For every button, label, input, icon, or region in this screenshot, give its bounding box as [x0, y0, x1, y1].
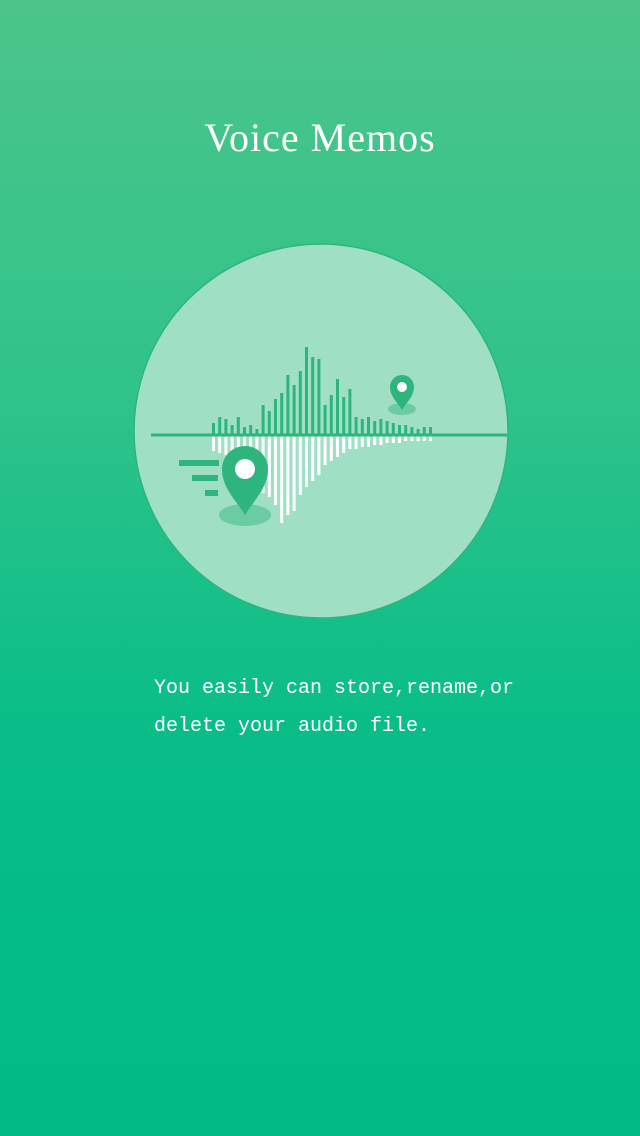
onboarding-screen: { "onboarding": { "title": "Voice Memos"… [0, 0, 640, 1136]
waveform-bar-down [224, 435, 228, 455]
waveform-bar-up [261, 405, 265, 435]
waveform-bar-up [348, 389, 352, 435]
location-pin-small-icon [388, 375, 416, 415]
waveform-bar-down [218, 435, 222, 453]
waveform-bar-down [342, 435, 346, 453]
waveform-bar-up [224, 419, 228, 435]
waveform-bar-down [323, 435, 327, 465]
description-line-2: delete your audio file. [154, 715, 431, 738]
waveform-bar-down [311, 435, 315, 481]
waveform-bar-up [286, 375, 290, 435]
waveform-bar-up [236, 417, 240, 435]
waveform-bar-up [373, 421, 377, 435]
waveform-bar-up [379, 419, 383, 435]
waveform-bar-down [348, 435, 352, 449]
waveform-bar-down [360, 435, 364, 447]
waveform-bar-down [305, 435, 308, 487]
waveform-bar-up [311, 357, 315, 435]
waveform-bar-up [367, 417, 370, 435]
page-title: Voice Memos [204, 115, 436, 160]
waveform-bar-up [274, 399, 277, 435]
waveform-bar-down [267, 435, 271, 497]
waveform-bar-up [317, 359, 321, 435]
waveform-bar-up [218, 417, 222, 435]
waveform-bar-up [336, 379, 339, 435]
audio-waveform-illustration [132, 238, 510, 624]
waveform-bar-up [212, 423, 215, 435]
waveform-bar-up [267, 411, 271, 435]
waveform-bar-up [292, 385, 296, 435]
waveform-bar-up [329, 395, 333, 435]
waveform-bar-down [354, 435, 358, 449]
waveform-bar-down [292, 435, 296, 511]
description-line-1: You easily can store,rename,or [154, 677, 515, 700]
waveform-bar-down [212, 435, 215, 451]
circle-background [133, 243, 509, 619]
waveform-bar-up [298, 371, 302, 435]
waveform-bar-down [317, 435, 321, 475]
waveform-icon [133, 243, 509, 619]
location-pin-large-icon [219, 446, 271, 526]
waveform-bar-down [274, 435, 277, 505]
waveform-bar-up [360, 419, 364, 435]
waveform-bar-up [391, 423, 395, 435]
waveform-bar-down [367, 435, 370, 447]
waveform-bar-up [323, 405, 327, 435]
waveform-bar-down [298, 435, 302, 495]
waveform-bar-down [286, 435, 290, 515]
waveform-bar-down [336, 435, 339, 457]
waveform-bar-down [329, 435, 333, 461]
waveform-bar-up [280, 393, 284, 435]
waveform-bar-down [280, 435, 284, 523]
waveform-bar-up [385, 421, 389, 435]
waveform-bar-up [354, 417, 358, 435]
feature-description: You easily can store,rename,or delete yo… [154, 670, 554, 746]
waveform-bar-up [342, 397, 346, 435]
waveform-bar-up [305, 347, 308, 435]
